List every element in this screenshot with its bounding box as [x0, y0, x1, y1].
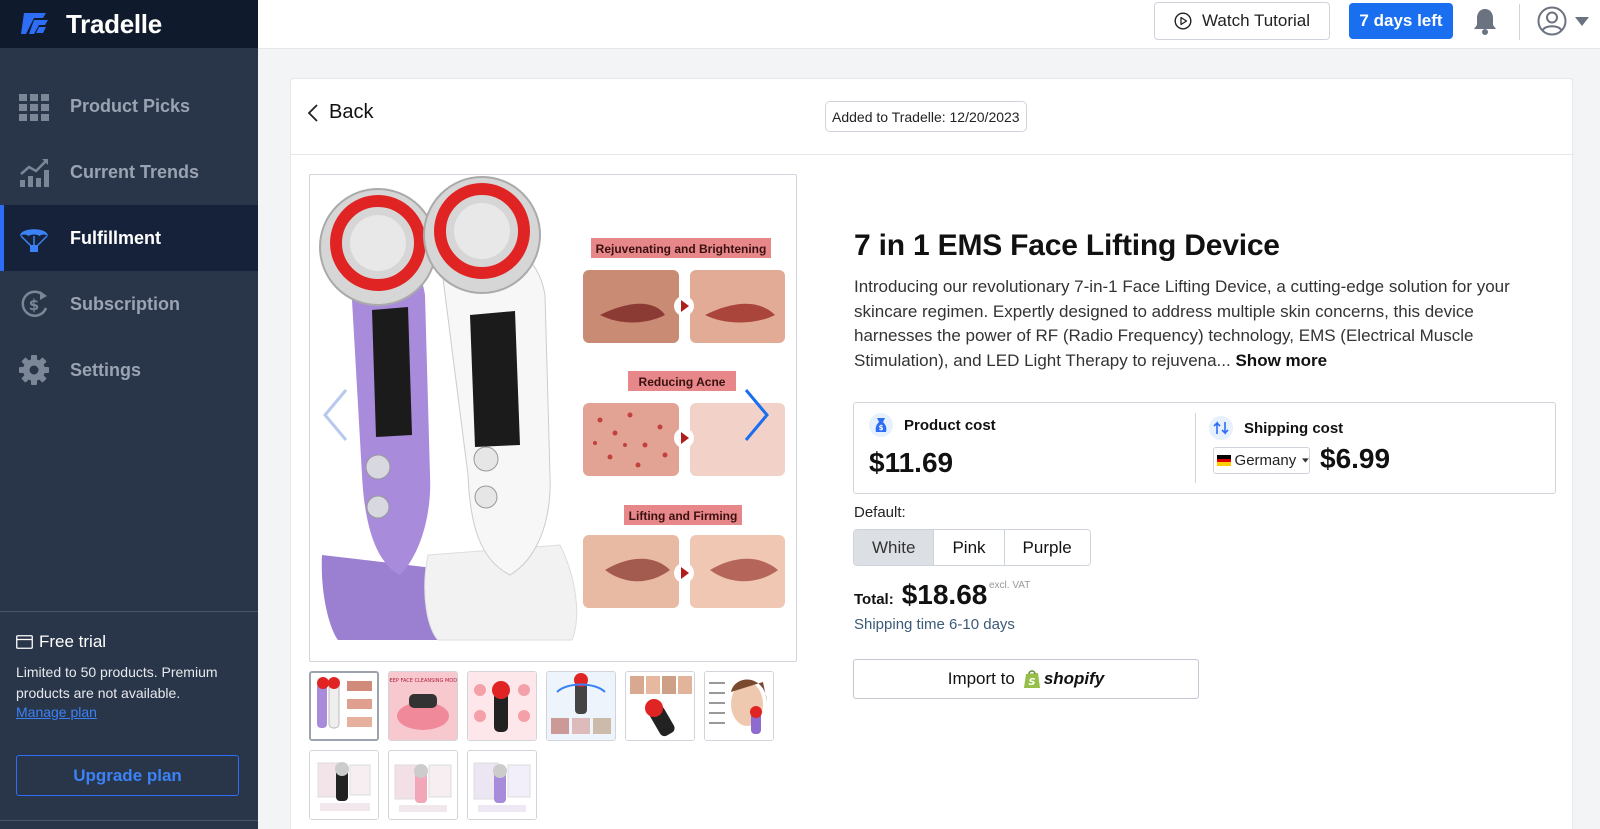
added-date-badge: Added to Tradelle: 12/20/2023 [825, 101, 1027, 132]
germany-flag-icon [1217, 455, 1231, 467]
thumbnail[interactable] [546, 671, 616, 741]
topbar-separator [1519, 4, 1520, 40]
thumbnail[interactable] [625, 671, 695, 741]
upgrade-plan-button[interactable]: Upgrade plan [16, 755, 239, 796]
tradelle-logo-icon [21, 13, 48, 34]
chevron-down-icon[interactable] [1575, 17, 1589, 26]
product-title: 7 in 1 EMS Face Lifting Device [854, 229, 1280, 262]
sidebar-item-label: Fulfillment [70, 227, 161, 248]
play-circle-icon [1174, 12, 1192, 30]
variant-pink[interactable]: Pink [934, 530, 1005, 565]
product-cost-value: $11.69 [869, 447, 954, 478]
image-caption-1: Rejuvenating and Brightening [596, 242, 767, 256]
thumbnail[interactable] [467, 750, 537, 820]
sidebar-item-current-trends[interactable]: Current Trends [0, 139, 258, 205]
import-to-shopify-button[interactable]: Import to S shopify [853, 659, 1199, 699]
shipping-cost-icon [1209, 416, 1233, 440]
sidebar-item-settings[interactable]: Settings [0, 337, 258, 403]
manage-plan-link[interactable]: Manage plan [16, 704, 97, 720]
shopify-logo: S shopify [1023, 669, 1104, 689]
thumbnail[interactable]: DEEP FACE CLEANSING MODE [388, 671, 458, 741]
svg-text:S: S [1028, 677, 1035, 688]
shopify-wordmark: shopify [1043, 669, 1105, 688]
import-label: Import to [947, 669, 1015, 688]
carousel-prev-arrow-icon[interactable] [322, 388, 348, 442]
shipping-country-select[interactable]: Germany [1213, 447, 1310, 474]
free-trial-title: Free trial [39, 632, 107, 651]
sidebar-nav: Product Picks Current Trends Fulfillment [0, 73, 258, 403]
image-caption-3: Lifting and Firming [629, 509, 738, 523]
thumbnail[interactable] [309, 671, 379, 741]
caret-down-icon [1302, 458, 1309, 463]
sidebar-item-subscription[interactable]: $ Subscription [0, 271, 258, 337]
sidebar: Tradelle Product Picks Current Trends Fu… [0, 0, 258, 829]
back-button[interactable]: Back [307, 101, 373, 124]
svg-text:DEEP FACE CLEANSING MODE: DEEP FACE CLEANSING MODE [389, 678, 457, 684]
cost-summary-box: $ Product cost $11.69 Shipping cost Germ… [853, 402, 1556, 494]
sidebar-item-label: Current Trends [70, 161, 200, 182]
total-row: Total: $18.68 [854, 579, 987, 611]
watch-tutorial-label: Watch Tutorial [1201, 11, 1311, 30]
shipping-country-value: Germany [1234, 452, 1297, 469]
product-description: Introducing our revolutionary 7-in-1 Fac… [854, 275, 1534, 373]
variant-purple[interactable]: Purple [1004, 530, 1090, 565]
user-avatar-icon[interactable] [1537, 6, 1567, 36]
parachute-icon [20, 229, 48, 252]
free-trial-heading: Free trial [16, 632, 242, 652]
free-trial-text: Limited to 50 products. Premium products… [16, 664, 218, 701]
thumbnail[interactable] [704, 671, 774, 741]
thumbnail[interactable] [309, 750, 379, 820]
trend-chart-icon [20, 159, 49, 187]
product-cost-label: Product cost [904, 417, 996, 434]
image-caption-2: Reducing Acne [639, 375, 726, 389]
svg-text:$: $ [879, 424, 884, 432]
sidebar-divider [0, 820, 258, 821]
product-image-illustration: Rejuvenating and Brightening Reducing Ac… [319, 176, 785, 641]
back-label: Back [329, 101, 374, 123]
chevron-left-icon [307, 103, 318, 122]
days-left-button[interactable]: 7 days left [1349, 3, 1453, 39]
brand-name: Tradelle [66, 8, 162, 39]
shipping-time: Shipping time 6-10 days [854, 616, 1015, 633]
gear-icon [19, 355, 49, 385]
card-icon [16, 635, 33, 649]
product-card: Back Added to Tradelle: 12/20/2023 Rejuv… [290, 78, 1573, 829]
svg-text:$: $ [29, 296, 39, 314]
sidebar-item-label: Subscription [70, 293, 181, 314]
carousel-next-arrow-icon[interactable] [744, 388, 770, 442]
sidebar-item-label: Settings [70, 359, 142, 380]
product-cost-icon: $ [869, 413, 893, 437]
watch-tutorial-button[interactable]: Watch Tutorial [1154, 2, 1330, 40]
sidebar-item-fulfillment[interactable]: Fulfillment [0, 205, 258, 271]
product-description-text: Introducing our revolutionary 7-in-1 Fac… [854, 277, 1510, 370]
sidebar-item-product-picks[interactable]: Product Picks [0, 73, 258, 139]
variant-label: Default: [854, 504, 906, 521]
shipping-cost-value: $6.99 [1320, 443, 1391, 474]
brand[interactable]: Tradelle [0, 0, 258, 48]
thumbnail[interactable] [388, 750, 458, 820]
thumbnail[interactable] [467, 671, 537, 741]
total-label: Total: [854, 591, 894, 608]
product-main-image: Rejuvenating and Brightening Reducing Ac… [309, 174, 797, 662]
cost-divider [1195, 413, 1196, 483]
variant-selector: White Pink Purple [853, 529, 1091, 566]
total-value: $18.68 [901, 579, 988, 610]
shopify-bag-icon: S [1023, 670, 1040, 688]
top-bar: Watch Tutorial 7 days left [258, 0, 1600, 49]
dollar-cycle-icon: $ [21, 290, 48, 317]
free-trial-panel: Free trial Limited to 50 products. Premi… [16, 632, 242, 722]
card-header: Back Added to Tradelle: 12/20/2023 [291, 79, 1572, 155]
vat-note: excl. VAT [989, 580, 1031, 591]
variant-white[interactable]: White [854, 530, 935, 565]
sidebar-item-label: Product Picks [70, 95, 191, 116]
grid-icon [19, 94, 49, 121]
bell-icon[interactable] [1472, 7, 1498, 35]
sidebar-divider [0, 611, 258, 612]
show-more-link[interactable]: Show more [1235, 351, 1327, 370]
shipping-cost-label: Shipping cost [1244, 420, 1344, 437]
